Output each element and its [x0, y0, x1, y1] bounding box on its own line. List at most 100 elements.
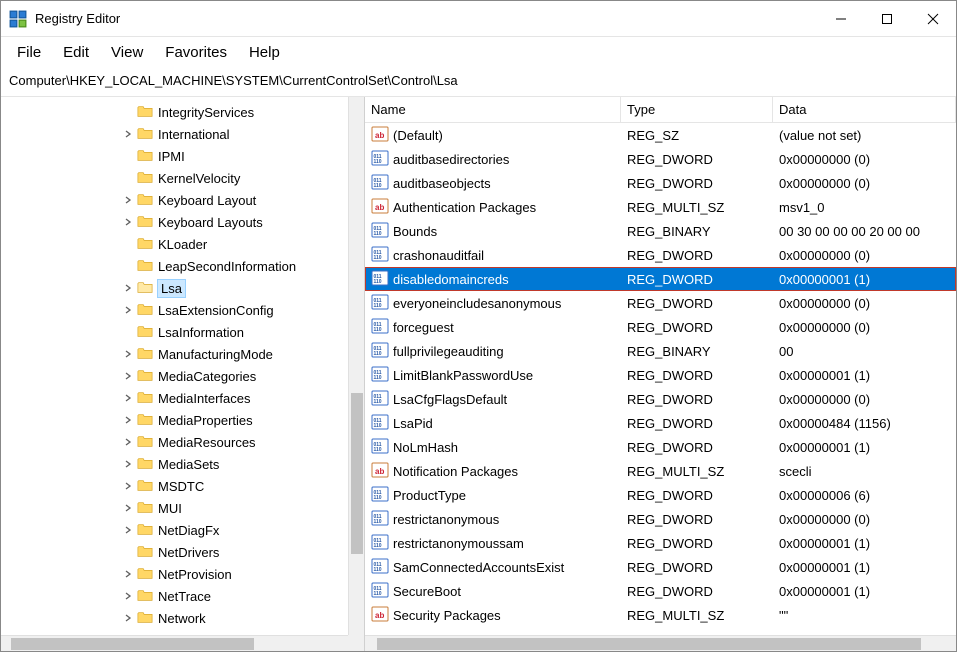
- tree-item[interactable]: LsaExtensionConfig: [1, 299, 365, 321]
- value-row[interactable]: 011110SamConnectedAccountsExistREG_DWORD…: [365, 555, 956, 579]
- tree-item[interactable]: Lsa: [1, 277, 365, 299]
- value-row[interactable]: 011110BoundsREG_BINARY00 30 00 00 00 20 …: [365, 219, 956, 243]
- value-type: REG_DWORD: [621, 320, 773, 335]
- value-row[interactable]: 011110ProductTypeREG_DWORD0x00000006 (6): [365, 483, 956, 507]
- tree-item[interactable]: Keyboard Layout: [1, 189, 365, 211]
- expand-chevron-icon[interactable]: [121, 391, 135, 405]
- value-row[interactable]: 011110everyoneincludesanonymousREG_DWORD…: [365, 291, 956, 315]
- tree-item[interactable]: MSDTC: [1, 475, 365, 497]
- menu-file[interactable]: File: [7, 41, 51, 64]
- expand-chevron-icon[interactable]: [121, 193, 135, 207]
- tree-item[interactable]: NetDrivers: [1, 541, 365, 563]
- close-button[interactable]: [910, 1, 956, 36]
- expand-chevron-icon[interactable]: [121, 501, 135, 515]
- tree-item[interactable]: International: [1, 123, 365, 145]
- expand-chevron-icon[interactable]: [121, 303, 135, 317]
- tree-item[interactable]: KLoader: [1, 233, 365, 255]
- value-row[interactable]: 011110LimitBlankPasswordUseREG_DWORD0x00…: [365, 363, 956, 387]
- column-header-data[interactable]: Data: [773, 97, 956, 122]
- column-header-type[interactable]: Type: [621, 97, 773, 122]
- value-row[interactable]: 011110LsaCfgFlagsDefaultREG_DWORD0x00000…: [365, 387, 956, 411]
- window-controls: [818, 1, 956, 36]
- value-type: REG_DWORD: [621, 152, 773, 167]
- value-row[interactable]: 011110fullprivilegeauditingREG_BINARY00: [365, 339, 956, 363]
- tree-scrollbar-vertical[interactable]: [348, 97, 364, 635]
- tree-item[interactable]: LsaInformation: [1, 321, 365, 343]
- value-type-icon: ab: [365, 605, 393, 626]
- expand-chevron-icon[interactable]: [121, 479, 135, 493]
- tree-item[interactable]: NetDiagFx: [1, 519, 365, 541]
- value-data: 0x00000006 (6): [773, 488, 956, 503]
- expand-chevron-icon[interactable]: [121, 567, 135, 581]
- tree-label: KernelVelocity: [158, 171, 240, 186]
- value-row[interactable]: 011110restrictanonymousREG_DWORD0x000000…: [365, 507, 956, 531]
- tree-item[interactable]: Network: [1, 607, 365, 629]
- tree-item[interactable]: MediaResources: [1, 431, 365, 453]
- tree-item[interactable]: LeapSecondInformation: [1, 255, 365, 277]
- values-pane[interactable]: Name Type Data ab(Default)REG_SZ(value n…: [365, 97, 956, 651]
- tree-item[interactable]: MediaInterfaces: [1, 387, 365, 409]
- expand-chevron-icon[interactable]: [121, 127, 135, 141]
- tree-item[interactable]: KernelVelocity: [1, 167, 365, 189]
- values-scrollbar-horizontal[interactable]: [365, 635, 956, 651]
- menu-view[interactable]: View: [101, 41, 153, 64]
- value-row[interactable]: 011110SecureBootREG_DWORD0x00000001 (1): [365, 579, 956, 603]
- value-row[interactable]: 011110auditbasedirectoriesREG_DWORD0x000…: [365, 147, 956, 171]
- svg-text:110: 110: [374, 279, 382, 285]
- expand-chevron-icon[interactable]: [121, 457, 135, 471]
- tree-item[interactable]: IntegrityServices: [1, 101, 365, 123]
- expand-chevron-icon[interactable]: [121, 611, 135, 625]
- scrollbar-thumb[interactable]: [377, 638, 921, 650]
- value-name: LimitBlankPasswordUse: [393, 368, 533, 383]
- value-row[interactable]: abNotification PackagesREG_MULTI_SZscecl…: [365, 459, 956, 483]
- value-row[interactable]: 011110NoLmHashREG_DWORD0x00000001 (1): [365, 435, 956, 459]
- svg-text:110: 110: [374, 351, 382, 357]
- value-row[interactable]: 011110crashonauditfailREG_DWORD0x0000000…: [365, 243, 956, 267]
- tree-pane[interactable]: IntegrityServicesInternationalIPMI Kernel…: [1, 97, 365, 651]
- value-type-icon: 011110: [365, 509, 393, 530]
- tree-item[interactable]: MUI: [1, 497, 365, 519]
- value-type-icon: 011110: [365, 173, 393, 194]
- address-bar[interactable]: Computer\HKEY_LOCAL_MACHINE\SYSTEM\Curre…: [1, 67, 956, 97]
- minimize-button[interactable]: [818, 1, 864, 36]
- value-row[interactable]: abSecurity PackagesREG_MULTI_SZ"": [365, 603, 956, 627]
- expand-chevron-icon[interactable]: [121, 215, 135, 229]
- value-row[interactable]: ab(Default)REG_SZ(value not set): [365, 123, 956, 147]
- tree-item[interactable]: MediaCategories: [1, 365, 365, 387]
- expand-chevron-icon[interactable]: [121, 523, 135, 537]
- expand-chevron-icon[interactable]: [121, 369, 135, 383]
- value-data: "": [773, 608, 956, 623]
- tree-item[interactable]: IPMI: [1, 145, 365, 167]
- tree-item[interactable]: Keyboard Layouts: [1, 211, 365, 233]
- value-row[interactable]: 011110disabledomaincredsREG_DWORD0x00000…: [365, 267, 956, 291]
- value-row[interactable]: 011110forceguestREG_DWORD0x00000000 (0): [365, 315, 956, 339]
- scrollbar-thumb[interactable]: [11, 638, 254, 650]
- scrollbar-thumb[interactable]: [351, 393, 363, 554]
- tree-item[interactable]: NetTrace: [1, 585, 365, 607]
- tree-item[interactable]: MediaSets: [1, 453, 365, 475]
- value-row[interactable]: 011110restrictanonymoussamREG_DWORD0x000…: [365, 531, 956, 555]
- column-header-name[interactable]: Name: [365, 97, 621, 122]
- value-name: fullprivilegeauditing: [393, 344, 504, 359]
- folder-icon: [137, 456, 158, 473]
- value-row[interactable]: abAuthentication PackagesREG_MULTI_SZmsv…: [365, 195, 956, 219]
- value-data: 00: [773, 344, 956, 359]
- maximize-button[interactable]: [864, 1, 910, 36]
- value-row[interactable]: 011110auditbaseobjectsREG_DWORD0x0000000…: [365, 171, 956, 195]
- tree-item[interactable]: MediaProperties: [1, 409, 365, 431]
- titlebar[interactable]: Registry Editor: [1, 1, 956, 37]
- expand-chevron-icon[interactable]: [121, 589, 135, 603]
- expand-chevron-icon[interactable]: [121, 413, 135, 427]
- menu-favorites[interactable]: Favorites: [155, 41, 237, 64]
- expand-chevron-icon[interactable]: [121, 347, 135, 361]
- tree-scrollbar-horizontal[interactable]: [1, 635, 348, 651]
- tree-item[interactable]: ManufacturingMode: [1, 343, 365, 365]
- value-type: REG_DWORD: [621, 536, 773, 551]
- tree-item[interactable]: NetProvision: [1, 563, 365, 585]
- expand-chevron-icon[interactable]: [121, 435, 135, 449]
- menu-help[interactable]: Help: [239, 41, 290, 64]
- folder-icon: [137, 544, 158, 561]
- value-row[interactable]: 011110LsaPidREG_DWORD0x00000484 (1156): [365, 411, 956, 435]
- menu-edit[interactable]: Edit: [53, 41, 99, 64]
- expand-chevron-icon[interactable]: [121, 281, 135, 295]
